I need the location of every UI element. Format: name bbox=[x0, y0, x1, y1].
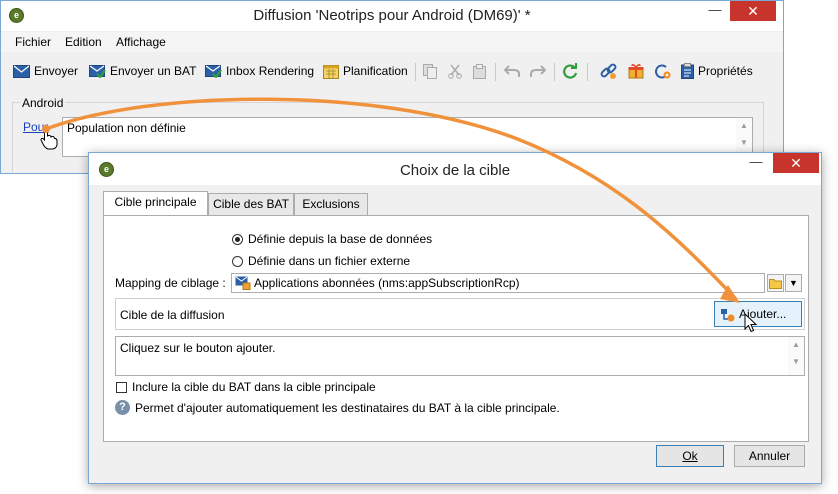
arrow-overlay bbox=[42, 97, 740, 303]
orange-arrow-path bbox=[44, 97, 737, 300]
arrow-cursor-icon bbox=[744, 313, 758, 333]
arrow-start-dot bbox=[42, 125, 50, 133]
